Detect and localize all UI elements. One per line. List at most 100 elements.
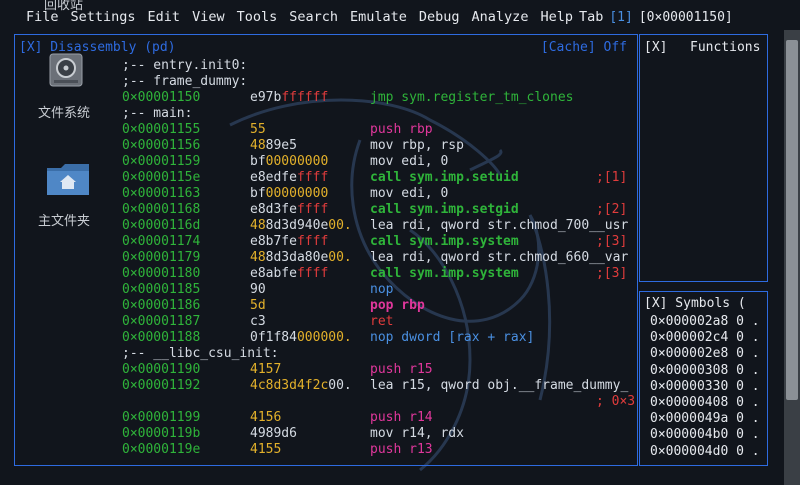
disasm-address[interactable]: 0×00001188 xyxy=(122,330,200,346)
disasm-bytes: e8edfeffff xyxy=(250,170,328,186)
disasm-row[interactable]: 0×00001163 bf00000000 mov edi, 0 xyxy=(106,186,636,202)
disasm-address[interactable]: 0×0000116d xyxy=(122,218,200,234)
functions-close-button[interactable]: [X] xyxy=(644,40,667,55)
disasm-row[interactable]: ; 0×3 xyxy=(106,394,636,410)
symbol-row[interactable]: 0×000004b0 0 . xyxy=(650,427,760,443)
menu-debug[interactable]: Debug xyxy=(419,9,460,25)
symbol-row[interactable]: 0×00000308 0 . xyxy=(650,363,760,379)
current-address: [0×00001150] xyxy=(638,9,733,25)
disasm-row[interactable]: 0×00001190 4157 push r15 xyxy=(106,362,636,378)
menu-search[interactable]: Search xyxy=(289,9,338,25)
symbol-row[interactable]: 0×000002e8 0 . xyxy=(650,346,760,362)
disasm-row[interactable]: 0×00001199 4156 push r14 xyxy=(106,410,636,426)
menu-tab[interactable]: Tab xyxy=(579,9,603,25)
disasm-address[interactable]: 0×00001168 xyxy=(122,202,200,218)
symbol-row[interactable]: 0×00000330 0 . xyxy=(650,379,760,395)
disasm-address[interactable]: 0×00001163 xyxy=(122,186,200,202)
disasm-instruction[interactable]: push r13 xyxy=(370,442,433,458)
disasm-byte-group: e8b7fe xyxy=(250,234,297,249)
filesystem-label[interactable]: 文件系统 xyxy=(38,102,90,121)
disasm-instruction[interactable]: call sym.imp.setuid xyxy=(370,170,519,186)
disasm-address[interactable]: 0×00001180 xyxy=(122,266,200,282)
menu-view[interactable]: View xyxy=(192,9,225,25)
disasm-address[interactable]: 0×00001186 xyxy=(122,298,200,314)
disasm-label: ;-- entry.init0: xyxy=(122,58,248,73)
disasm-address[interactable]: 0×00001150 xyxy=(122,90,200,106)
disasm-row[interactable]: 0×00001186 5d pop rbp xyxy=(106,298,636,314)
disasm-address[interactable]: 0×0000119b xyxy=(122,426,200,442)
disasm-instruction[interactable]: ret xyxy=(370,314,393,330)
menu-analyze[interactable]: Analyze xyxy=(472,9,529,25)
disasm-row[interactable]: ;-- __libc_csu_init: xyxy=(106,346,636,362)
disasm-instruction[interactable]: push rbp xyxy=(370,122,433,138)
disasm-instruction[interactable]: call sym.imp.system xyxy=(370,234,519,250)
disasm-address[interactable]: 0×00001174 xyxy=(122,234,200,250)
menu-emulate[interactable]: Emulate xyxy=(350,9,407,25)
disasm-row[interactable]: 0×00001180 e8abfeffff call sym.imp.system;… xyxy=(106,266,636,282)
disasm-instruction[interactable]: push r15 xyxy=(370,362,433,378)
disasm-instruction[interactable]: nop xyxy=(370,282,393,298)
disasm-row[interactable]: ;-- frame_dummy: xyxy=(106,74,636,90)
recycle-bin-label[interactable]: 回收站 xyxy=(44,0,83,13)
disasm-row[interactable]: 0×00001168 e8d3feffff call sym.imp.setgid;… xyxy=(106,202,636,218)
disasm-row[interactable]: 0×0000115e e8edfeffff call sym.imp.setuid;… xyxy=(106,170,636,186)
disasm-row[interactable]: 0×00001174 e8b7feffff call sym.imp.system;… xyxy=(106,234,636,250)
disasm-bytes: 5d xyxy=(250,298,266,314)
disasm-address[interactable]: 0×0000119e xyxy=(122,442,200,458)
disasm-address[interactable]: 0×00001190 xyxy=(122,362,200,378)
disasm-row[interactable]: 0×0000119b 4989d6 mov r14, rdx xyxy=(106,426,636,442)
disasm-row[interactable]: 0×0000119e 4155 push r13 xyxy=(106,442,636,458)
disasm-row[interactable]: 0×00001159 bf00000000 mov edi, 0 xyxy=(106,154,636,170)
disasm-row[interactable]: 0×00001185 90 nop xyxy=(106,282,636,298)
disasm-address[interactable]: 0×00001187 xyxy=(122,314,200,330)
symbol-row[interactable]: 0×000002c4 0 . xyxy=(650,330,760,346)
disasm-address[interactable]: 0×00001192 xyxy=(122,378,200,394)
disasm-address[interactable]: 0×00001185 xyxy=(122,282,200,298)
cache-toggle[interactable]: [Cache] Off xyxy=(541,40,627,55)
disasm-instruction[interactable]: mov edi, 0 xyxy=(370,186,448,202)
functions-panel[interactable]: [X] Functions xyxy=(639,34,768,282)
disasm-row[interactable]: 0×00001150 e97bffffff jmp sym.register_tm_… xyxy=(106,90,636,106)
disasm-instruction[interactable]: lea rdi, qword str.chmod_660__var xyxy=(370,250,628,266)
home-folder-label[interactable]: 主文件夹 xyxy=(38,210,90,229)
disasm-row[interactable]: 0×00001156 4889e5 mov rbp, rsp xyxy=(106,138,636,154)
disasm-row[interactable]: ;-- entry.init0: xyxy=(106,58,636,74)
disasm-row[interactable]: 0×00001188 0f1f84000000. nop dword [rax + … xyxy=(106,330,636,346)
scrollbar-thumb[interactable] xyxy=(786,40,798,400)
disasm-address[interactable]: 0×00001155 xyxy=(122,122,200,138)
disasm-instruction[interactable]: call sym.imp.setgid xyxy=(370,202,519,218)
disasm-row[interactable]: 0×0000116d 488d3d940e00. lea rdi, qword st… xyxy=(106,218,636,234)
disasm-byte-group: 4c8d3d4f2c xyxy=(250,378,329,393)
symbols-panel-title[interactable]: [X] Symbols ( xyxy=(644,296,746,311)
menu-edit[interactable]: Edit xyxy=(148,9,181,25)
disasm-instruction[interactable]: lea rdi, qword str.chmod_700__usr xyxy=(370,218,628,234)
disasm-row[interactable]: 0×00001187 c3 ret xyxy=(106,314,636,330)
disasm-instruction[interactable]: nop dword [rax + rax] xyxy=(370,330,534,346)
symbol-row[interactable]: 0×000002a8 0 . xyxy=(650,314,760,330)
disasm-row[interactable]: ;-- main: xyxy=(106,106,636,122)
disassembly-panel-title[interactable]: [X] Disassembly (pd) xyxy=(19,40,176,55)
disasm-instruction[interactable]: pop rbp xyxy=(370,298,425,314)
disasm-instruction[interactable]: lea r15, qword obj.__frame_dummy_ xyxy=(370,378,628,394)
disasm-instruction[interactable]: call sym.imp.system xyxy=(370,266,519,282)
disasm-address[interactable]: 0×00001179 xyxy=(122,250,200,266)
symbol-row[interactable]: 0×0000049a 0 . xyxy=(650,411,760,427)
disasm-address[interactable]: 0×00001156 xyxy=(122,138,200,154)
disasm-row[interactable]: 0×00001155 55 push rbp xyxy=(106,122,636,138)
disasm-instruction[interactable]: mov edi, 0 xyxy=(370,154,448,170)
disasm-row[interactable]: 0×00001179 488d3da80e00. lea rdi, qword st… xyxy=(106,250,636,266)
disasm-byte-group: e8d3fe xyxy=(250,202,297,217)
disasm-address[interactable]: 0×0000115e xyxy=(122,170,200,186)
disasm-instruction[interactable]: mov r14, rdx xyxy=(370,426,464,442)
disasm-byte-group: 89e5 xyxy=(265,138,297,153)
menu-help[interactable]: Help xyxy=(540,9,573,25)
disasm-instruction[interactable]: push r14 xyxy=(370,410,433,426)
disasm-instruction[interactable]: mov rbp, rsp xyxy=(370,138,464,154)
disasm-row[interactable]: 0×00001192 4c8d3d4f2c00. lea r15, qword ob… xyxy=(106,378,636,394)
symbol-row[interactable]: 0×000004d0 0 . xyxy=(650,444,760,460)
disasm-address[interactable]: 0×00001199 xyxy=(122,410,200,426)
disasm-instruction[interactable]: jmp sym.register_tm_clones xyxy=(370,90,574,106)
symbol-row[interactable]: 0×00000408 0 . xyxy=(650,395,760,411)
disasm-address[interactable]: 0×00001159 xyxy=(122,154,200,170)
menu-tools[interactable]: Tools xyxy=(237,9,278,25)
